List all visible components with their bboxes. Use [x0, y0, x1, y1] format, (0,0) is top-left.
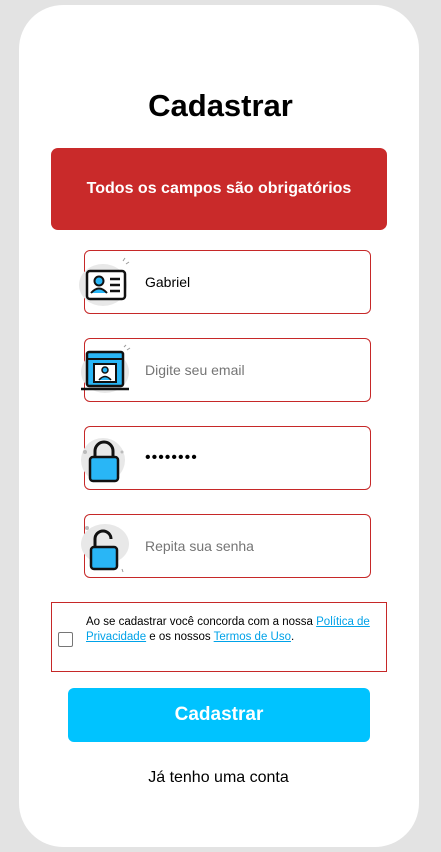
computer-user-icon	[77, 344, 133, 398]
name-field	[79, 250, 371, 314]
login-link[interactable]: Já tenho uma conta	[0, 769, 437, 787]
terms-text: Ao se cadastrar você concorda com a noss…	[86, 615, 382, 644]
terms-of-use-link[interactable]: Termos de Uso	[214, 631, 291, 643]
signup-button[interactable]: Cadastrar	[68, 688, 370, 742]
password-input[interactable]	[145, 427, 360, 489]
lock-closed-icon	[77, 432, 133, 486]
password-field	[81, 426, 371, 490]
name-input[interactable]	[145, 251, 360, 313]
confirm-password-input[interactable]	[145, 515, 360, 577]
terms-box: Ao se cadastrar você concorda com a noss…	[51, 602, 387, 672]
lock-open-icon	[77, 520, 133, 574]
terms-text-middle: e os nossos	[146, 630, 214, 643]
email-field	[81, 338, 371, 402]
terms-text-after: .	[291, 630, 295, 643]
terms-text-before: Ao se cadastrar você concorda com a noss…	[86, 616, 317, 628]
terms-checkbox[interactable]	[58, 632, 73, 647]
id-card-icon	[77, 256, 133, 310]
confirm-password-field	[81, 514, 371, 578]
error-banner: Todos os campos são obrigatórios	[51, 148, 387, 230]
email-input[interactable]	[145, 339, 360, 401]
page-title: Cadastrar	[148, 88, 293, 123]
error-message: Todos os campos são obrigatórios	[86, 180, 352, 197]
